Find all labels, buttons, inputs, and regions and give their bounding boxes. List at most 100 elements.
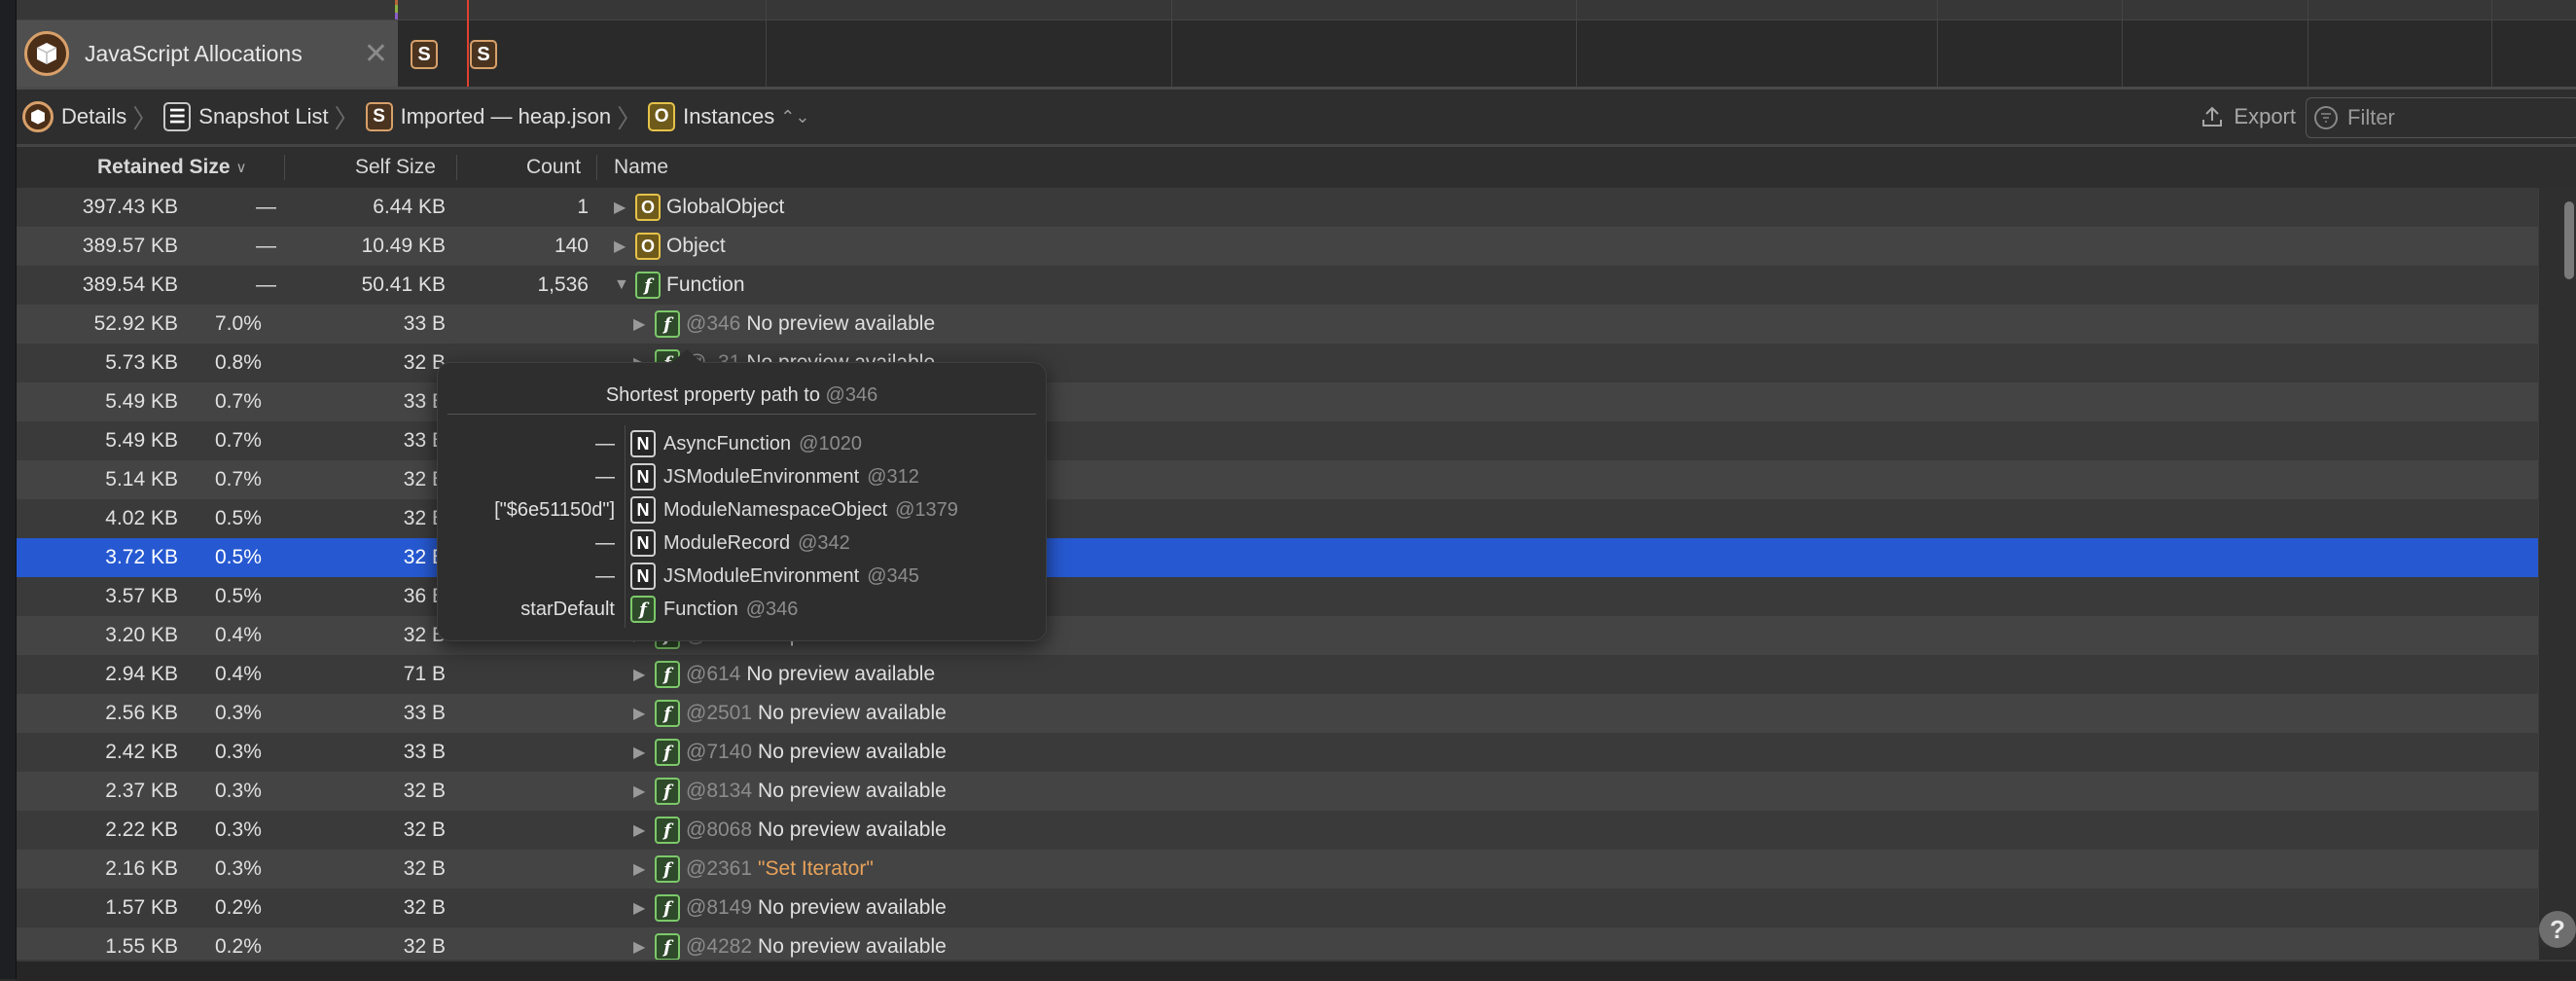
column-divider[interactable] bbox=[284, 155, 285, 180]
list-icon: ☰ bbox=[163, 102, 192, 131]
node-class-name: ModuleRecord bbox=[663, 531, 791, 554]
function-type-icon: f bbox=[655, 933, 680, 961]
table-row[interactable]: 4.02 KB0.5%32 B▶f bbox=[17, 499, 2539, 538]
table-row[interactable]: 397.43 KB — 6.44 KB 1 ▶ O GlobalObject bbox=[17, 188, 2539, 227]
object-icon: O bbox=[648, 102, 676, 131]
timeline-playhead[interactable] bbox=[467, 0, 469, 87]
table-row[interactable]: 52.92 KB 7.0% 33 B ▶ f @346 No preview availab… bbox=[17, 305, 2539, 344]
snapshot-icon: S bbox=[365, 102, 393, 131]
path-step[interactable]: — N AsyncFunction @1020 bbox=[438, 427, 1046, 460]
table-row[interactable]: 5.49 KB0.7%33 B▶f bbox=[17, 421, 2539, 460]
column-divider[interactable] bbox=[456, 155, 457, 180]
self-size: 33 B bbox=[403, 702, 446, 724]
column-label: Retained Size bbox=[97, 156, 231, 178]
filter-input[interactable] bbox=[2345, 104, 2563, 131]
path-node: N ModuleNamespaceObject @1379 bbox=[630, 496, 964, 524]
table-row[interactable]: 389.57 KB — 10.49 KB 140 ▶ O Object bbox=[17, 227, 2539, 266]
shortest-path-popover: Shortest property path to @346 — N AsyncFu… bbox=[437, 349, 1047, 641]
disclosure-collapsed-icon[interactable]: ▶ bbox=[633, 937, 651, 957]
disclosure-collapsed-icon[interactable]: ▶ bbox=[633, 704, 651, 723]
disclosure-expanded-icon[interactable]: ▼ bbox=[614, 276, 631, 294]
column-count[interactable]: Count bbox=[526, 147, 581, 188]
disclosure-collapsed-icon[interactable]: ▶ bbox=[633, 898, 651, 918]
table-row[interactable]: 5.14 KB0.7%32 B▶f bbox=[17, 460, 2539, 499]
name-content: ▶ f @346 No preview available bbox=[633, 310, 935, 338]
table-row[interactable]: 5.49 KB0.7%33 B▶f bbox=[17, 382, 2539, 421]
object-id: @346 bbox=[686, 312, 741, 335]
path-step[interactable]: ["$6e51150d"] N ModuleNamespaceObject @1379 bbox=[438, 493, 1046, 527]
object-id: @7140 bbox=[686, 741, 753, 763]
retained-size: 397.43 KB bbox=[82, 196, 178, 218]
self-size: 10.49 KB bbox=[361, 235, 446, 257]
path-step[interactable]: — N JSModuleEnvironment @312 bbox=[438, 460, 1046, 493]
breadcrumb-snapshot-list[interactable]: ☰ Snapshot List 〉 bbox=[163, 99, 365, 135]
popover-arrow bbox=[671, 349, 702, 363]
table-row[interactable]: 5.73 KB0.8%32 B▶f@..31No preview availab… bbox=[17, 344, 2539, 382]
class-name: Function bbox=[666, 273, 745, 296]
table-row[interactable]: 2.22 KB 0.3% 32 B ▶ f @8068 No preview availab… bbox=[17, 811, 2539, 850]
object-id: @1020 bbox=[799, 432, 862, 454]
path-step[interactable]: starDefault f Function @346 bbox=[438, 593, 1046, 626]
help-button[interactable]: ? bbox=[2539, 911, 2576, 948]
name-cell: ▶ f @8068 No preview available bbox=[614, 811, 947, 850]
status-bar bbox=[17, 960, 2576, 981]
function-type-icon: f bbox=[655, 894, 680, 922]
disclosure-collapsed-icon[interactable]: ▶ bbox=[614, 198, 631, 217]
breadcrumb-label: Snapshot List bbox=[198, 104, 329, 128]
disclosure-collapsed-icon[interactable]: ▶ bbox=[633, 781, 651, 801]
object-id: @4282 bbox=[686, 935, 753, 958]
path-step[interactable]: — N ModuleRecord @342 bbox=[438, 527, 1046, 560]
filter-field[interactable] bbox=[2306, 97, 2576, 138]
table-row[interactable]: 3.20 KB0.4%32 B▶f@2339No preview availab… bbox=[17, 616, 2539, 655]
timeline-gridline bbox=[2122, 0, 2123, 87]
function-type-icon: f bbox=[655, 855, 680, 883]
filter-icon bbox=[2314, 106, 2338, 129]
table-row[interactable]: 1.57 KB 0.2% 32 B ▶ f @8149 No preview availab… bbox=[17, 889, 2539, 927]
edge-name: — bbox=[595, 531, 615, 554]
scrollbar-thumb[interactable] bbox=[2564, 201, 2574, 279]
retained-percent: 0.7% bbox=[215, 390, 262, 413]
table-row[interactable]: 2.42 KB 0.3% 33 B ▶ f @7140 No preview availab… bbox=[17, 733, 2539, 772]
disclosure-collapsed-icon[interactable]: ▶ bbox=[614, 236, 631, 256]
snapshot-marker[interactable]: S bbox=[470, 40, 497, 69]
retained-percent: 0.7% bbox=[215, 468, 262, 490]
export-button[interactable]: Export bbox=[2200, 90, 2296, 144]
table-row[interactable]: 2.37 KB 0.3% 32 B ▶ f @8134 No preview availab… bbox=[17, 772, 2539, 811]
close-icon[interactable]: ✕ bbox=[364, 37, 388, 71]
disclosure-collapsed-icon[interactable]: ▶ bbox=[633, 743, 651, 762]
path-step[interactable]: — N JSModuleEnvironment @345 bbox=[438, 560, 1046, 593]
vertical-scrollbar[interactable] bbox=[2538, 188, 2576, 947]
column-name[interactable]: Name bbox=[614, 147, 668, 188]
disclosure-collapsed-icon[interactable]: ▶ bbox=[633, 665, 651, 684]
disclosure-collapsed-icon[interactable]: ▶ bbox=[633, 314, 651, 334]
name-cell: ▶ f @2361 "Set Iterator" bbox=[614, 850, 874, 889]
table-row[interactable]: 389.54 KB — 50.41 KB 1,536 ▼ f Function bbox=[17, 266, 2539, 305]
column-retained-size[interactable]: Retained Size ∨ bbox=[97, 147, 247, 188]
object-id: @345 bbox=[867, 564, 919, 587]
self-size: 32 B bbox=[403, 818, 446, 841]
column-divider[interactable] bbox=[596, 155, 597, 180]
object-preview: No preview available bbox=[758, 702, 947, 724]
breadcrumb-view-selector[interactable]: O Instances ⌃⌄ bbox=[648, 102, 809, 131]
retained-size: 5.49 KB bbox=[105, 390, 178, 413]
column-self-size[interactable]: Self Size bbox=[355, 147, 436, 188]
object-id: @2361 bbox=[686, 857, 753, 880]
function-type-icon: f bbox=[630, 596, 656, 623]
breadcrumb-details[interactable]: Details 〉 bbox=[22, 99, 163, 135]
disclosure-collapsed-icon[interactable]: ▶ bbox=[633, 820, 651, 840]
name-cell: ▶ f @614 No preview available bbox=[614, 655, 935, 694]
object-preview: No preview available bbox=[746, 312, 936, 335]
table-row[interactable]: 3.72 KB0.5%32 B▶f bbox=[17, 538, 2539, 577]
timeline-ruler[interactable] bbox=[17, 0, 2576, 20]
table-row[interactable]: 2.56 KB 0.3% 33 B ▶ f @2501 No preview availab… bbox=[17, 694, 2539, 733]
table-row[interactable]: 3.57 KB0.5%36 B▶f bbox=[17, 577, 2539, 616]
popover-title: Shortest property path to @346 bbox=[438, 384, 1046, 407]
breadcrumb-snapshot[interactable]: S Imported — heap.json 〉 bbox=[365, 99, 648, 135]
table-row[interactable]: 2.16 KB 0.3% 32 B ▶ f @2361 "Set Iterator" bbox=[17, 850, 2539, 889]
name-content: ▶ f @8134 No preview available bbox=[633, 778, 947, 805]
disclosure-collapsed-icon[interactable]: ▶ bbox=[633, 859, 651, 879]
timeline-track[interactable] bbox=[17, 20, 2576, 90]
tab-javascript-allocations[interactable]: JavaScript Allocations ✕ bbox=[17, 20, 398, 87]
table-row[interactable]: 2.94 KB 0.4% 71 B ▶ f @614 No preview availabl… bbox=[17, 655, 2539, 694]
snapshot-marker[interactable]: S bbox=[411, 40, 438, 69]
